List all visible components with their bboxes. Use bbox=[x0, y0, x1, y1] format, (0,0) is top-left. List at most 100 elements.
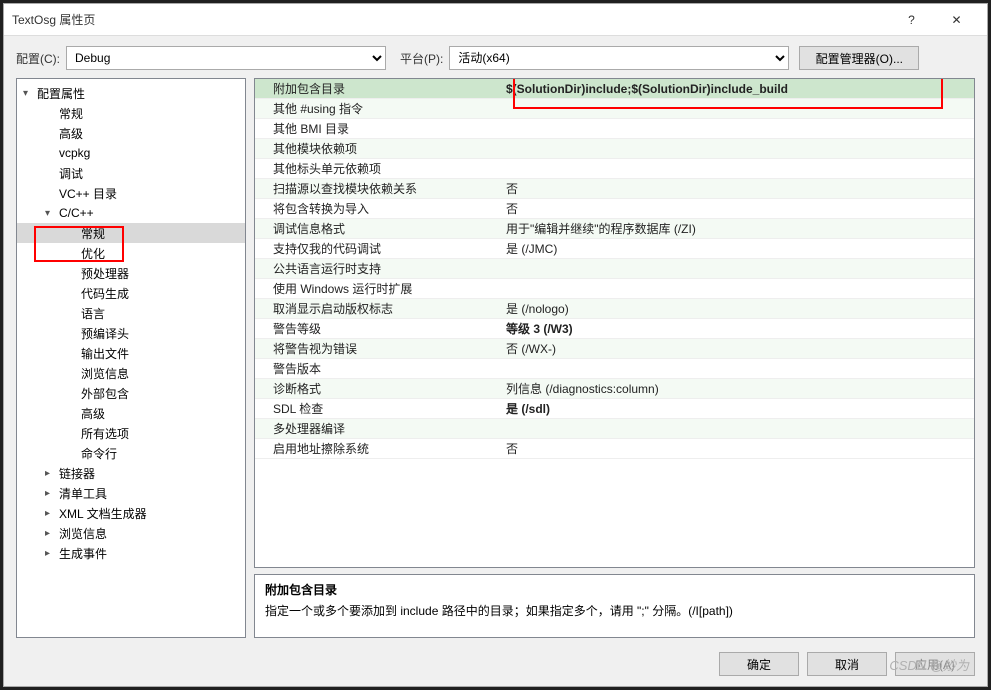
property-value[interactable]: 否 (/WX-) bbox=[500, 339, 974, 358]
tree-item[interactable]: 浏览信息 bbox=[17, 363, 245, 383]
tree-item[interactable]: 预处理器 bbox=[17, 263, 245, 283]
property-name: 启用地址擦除系统 bbox=[255, 439, 500, 458]
help-button[interactable]: ? bbox=[889, 5, 934, 35]
property-row[interactable]: 调试信息格式用于"编辑并继续"的程序数据库 (/ZI) bbox=[255, 219, 974, 239]
property-value[interactable]: 是 (/nologo) bbox=[500, 299, 974, 318]
apply-button[interactable]: 应用(A) bbox=[895, 652, 975, 676]
property-row[interactable]: 附加包含目录$(SolutionDir)include;$(SolutionDi… bbox=[255, 79, 974, 99]
tree-item[interactable]: 优化 bbox=[17, 243, 245, 263]
tree-item-label: 代码生成 bbox=[79, 285, 129, 302]
property-value[interactable]: 是 (/sdl) bbox=[500, 399, 974, 418]
cancel-button[interactable]: 取消 bbox=[807, 652, 887, 676]
property-value[interactable]: 否 bbox=[500, 199, 974, 218]
tree-item-label: 浏览信息 bbox=[79, 365, 129, 382]
property-row[interactable]: 警告版本 bbox=[255, 359, 974, 379]
property-row[interactable]: 扫描源以查找模块依赖关系否 bbox=[255, 179, 974, 199]
property-grid[interactable]: 附加包含目录$(SolutionDir)include;$(SolutionDi… bbox=[254, 78, 975, 568]
platform-label: 平台(P): bbox=[400, 50, 443, 67]
tree-item-label: 外部包含 bbox=[79, 385, 129, 402]
tree-item-label: 语言 bbox=[79, 305, 105, 322]
property-row[interactable]: 其他标头单元依赖项 bbox=[255, 159, 974, 179]
property-value[interactable]: 否 bbox=[500, 179, 974, 198]
tree-item[interactable]: 所有选项 bbox=[17, 423, 245, 443]
description-box: 附加包含目录 指定一个或多个要添加到 include 路径中的目录；如果指定多个… bbox=[254, 574, 975, 638]
tree-item[interactable]: ▸浏览信息 bbox=[17, 523, 245, 543]
tree-item-label: 常规 bbox=[79, 225, 105, 242]
property-value[interactable]: 用于"编辑并继续"的程序数据库 (/ZI) bbox=[500, 219, 974, 238]
config-manager-button[interactable]: 配置管理器(O)... bbox=[799, 46, 919, 70]
tree-item[interactable]: ▸清单工具 bbox=[17, 483, 245, 503]
tree-item[interactable]: 常规 bbox=[17, 223, 245, 243]
property-row[interactable]: 诊断格式列信息 (/diagnostics:column) bbox=[255, 379, 974, 399]
tree-item[interactable]: ▸链接器 bbox=[17, 463, 245, 483]
property-row[interactable]: 启用地址擦除系统否 bbox=[255, 439, 974, 459]
chevron-right-icon[interactable]: ▸ bbox=[45, 488, 57, 499]
close-button[interactable]: ✕ bbox=[934, 5, 979, 35]
chevron-down-icon[interactable]: ▾ bbox=[23, 88, 35, 99]
property-value[interactable] bbox=[500, 359, 974, 378]
tree-item[interactable]: 高级 bbox=[17, 123, 245, 143]
property-name: 其他标头单元依赖项 bbox=[255, 159, 500, 178]
tree-item[interactable]: 命令行 bbox=[17, 443, 245, 463]
ok-button[interactable]: 确定 bbox=[719, 652, 799, 676]
tree-item[interactable]: ▾配置属性 bbox=[17, 83, 245, 103]
chevron-right-icon[interactable]: ▸ bbox=[45, 548, 57, 559]
property-row[interactable]: 其他 BMI 目录 bbox=[255, 119, 974, 139]
property-value[interactable]: 是 (/JMC) bbox=[500, 239, 974, 258]
chevron-right-icon[interactable]: ▸ bbox=[45, 528, 57, 539]
tree-item-label: 调试 bbox=[57, 165, 83, 182]
chevron-right-icon[interactable]: ▸ bbox=[45, 508, 57, 519]
tree-item-label: XML 文档生成器 bbox=[57, 505, 147, 522]
button-bar: 确定 取消 应用(A) bbox=[4, 646, 987, 686]
tree-item[interactable]: 输出文件 bbox=[17, 343, 245, 363]
property-value[interactable] bbox=[500, 419, 974, 438]
chevron-right-icon[interactable]: ▸ bbox=[45, 468, 57, 479]
tree-item[interactable]: 调试 bbox=[17, 163, 245, 183]
tree-item[interactable]: ▾C/C++ bbox=[17, 203, 245, 223]
property-row[interactable]: 多处理器编译 bbox=[255, 419, 974, 439]
tree-item[interactable]: 外部包含 bbox=[17, 383, 245, 403]
property-row[interactable]: 将包含转换为导入否 bbox=[255, 199, 974, 219]
tree-item[interactable]: ▸XML 文档生成器 bbox=[17, 503, 245, 523]
tree-item[interactable]: ▸生成事件 bbox=[17, 543, 245, 563]
property-value[interactable] bbox=[500, 279, 974, 298]
property-row[interactable]: 其他 #using 指令 bbox=[255, 99, 974, 119]
property-row[interactable]: 公共语言运行时支持 bbox=[255, 259, 974, 279]
property-value[interactable] bbox=[500, 259, 974, 278]
property-value[interactable]: 否 bbox=[500, 439, 974, 458]
property-value[interactable] bbox=[500, 159, 974, 178]
property-value[interactable]: $(SolutionDir)include;$(SolutionDir)incl… bbox=[500, 79, 974, 98]
property-name: 附加包含目录 bbox=[255, 79, 500, 98]
property-value[interactable]: 列信息 (/diagnostics:column) bbox=[500, 379, 974, 398]
property-row[interactable]: 取消显示启动版权标志是 (/nologo) bbox=[255, 299, 974, 319]
property-name: 警告版本 bbox=[255, 359, 500, 378]
property-value[interactable] bbox=[500, 99, 974, 118]
tree-item[interactable]: 常规 bbox=[17, 103, 245, 123]
property-row[interactable]: 支持仅我的代码调试是 (/JMC) bbox=[255, 239, 974, 259]
tree-item[interactable]: VC++ 目录 bbox=[17, 183, 245, 203]
property-name: 取消显示启动版权标志 bbox=[255, 299, 500, 318]
tree-item-label: 常规 bbox=[57, 105, 83, 122]
tree-item[interactable]: vcpkg bbox=[17, 143, 245, 163]
config-select[interactable]: Debug bbox=[66, 46, 386, 70]
tree-item[interactable]: 代码生成 bbox=[17, 283, 245, 303]
property-row[interactable]: 其他模块依赖项 bbox=[255, 139, 974, 159]
property-name: 其他模块依赖项 bbox=[255, 139, 500, 158]
property-row[interactable]: 警告等级等级 3 (/W3) bbox=[255, 319, 974, 339]
tree-pane[interactable]: ▾配置属性常规高级vcpkg调试VC++ 目录▾C/C++常规优化预处理器代码生… bbox=[16, 78, 246, 638]
tree-item[interactable]: 预编译头 bbox=[17, 323, 245, 343]
property-value[interactable]: 等级 3 (/W3) bbox=[500, 319, 974, 338]
property-row[interactable]: 将警告视为错误否 (/WX-) bbox=[255, 339, 974, 359]
property-value[interactable] bbox=[500, 119, 974, 138]
platform-select[interactable]: 活动(x64) bbox=[449, 46, 789, 70]
property-row[interactable]: SDL 检查是 (/sdl) bbox=[255, 399, 974, 419]
tree-item-label: VC++ 目录 bbox=[57, 185, 117, 202]
property-row[interactable]: 使用 Windows 运行时扩展 bbox=[255, 279, 974, 299]
tree-item[interactable]: 高级 bbox=[17, 403, 245, 423]
tree-item-label: 优化 bbox=[79, 245, 105, 262]
tree-item-label: C/C++ bbox=[57, 206, 94, 220]
property-name: 支持仅我的代码调试 bbox=[255, 239, 500, 258]
property-value[interactable] bbox=[500, 139, 974, 158]
tree-item[interactable]: 语言 bbox=[17, 303, 245, 323]
chevron-down-icon[interactable]: ▾ bbox=[45, 208, 57, 219]
